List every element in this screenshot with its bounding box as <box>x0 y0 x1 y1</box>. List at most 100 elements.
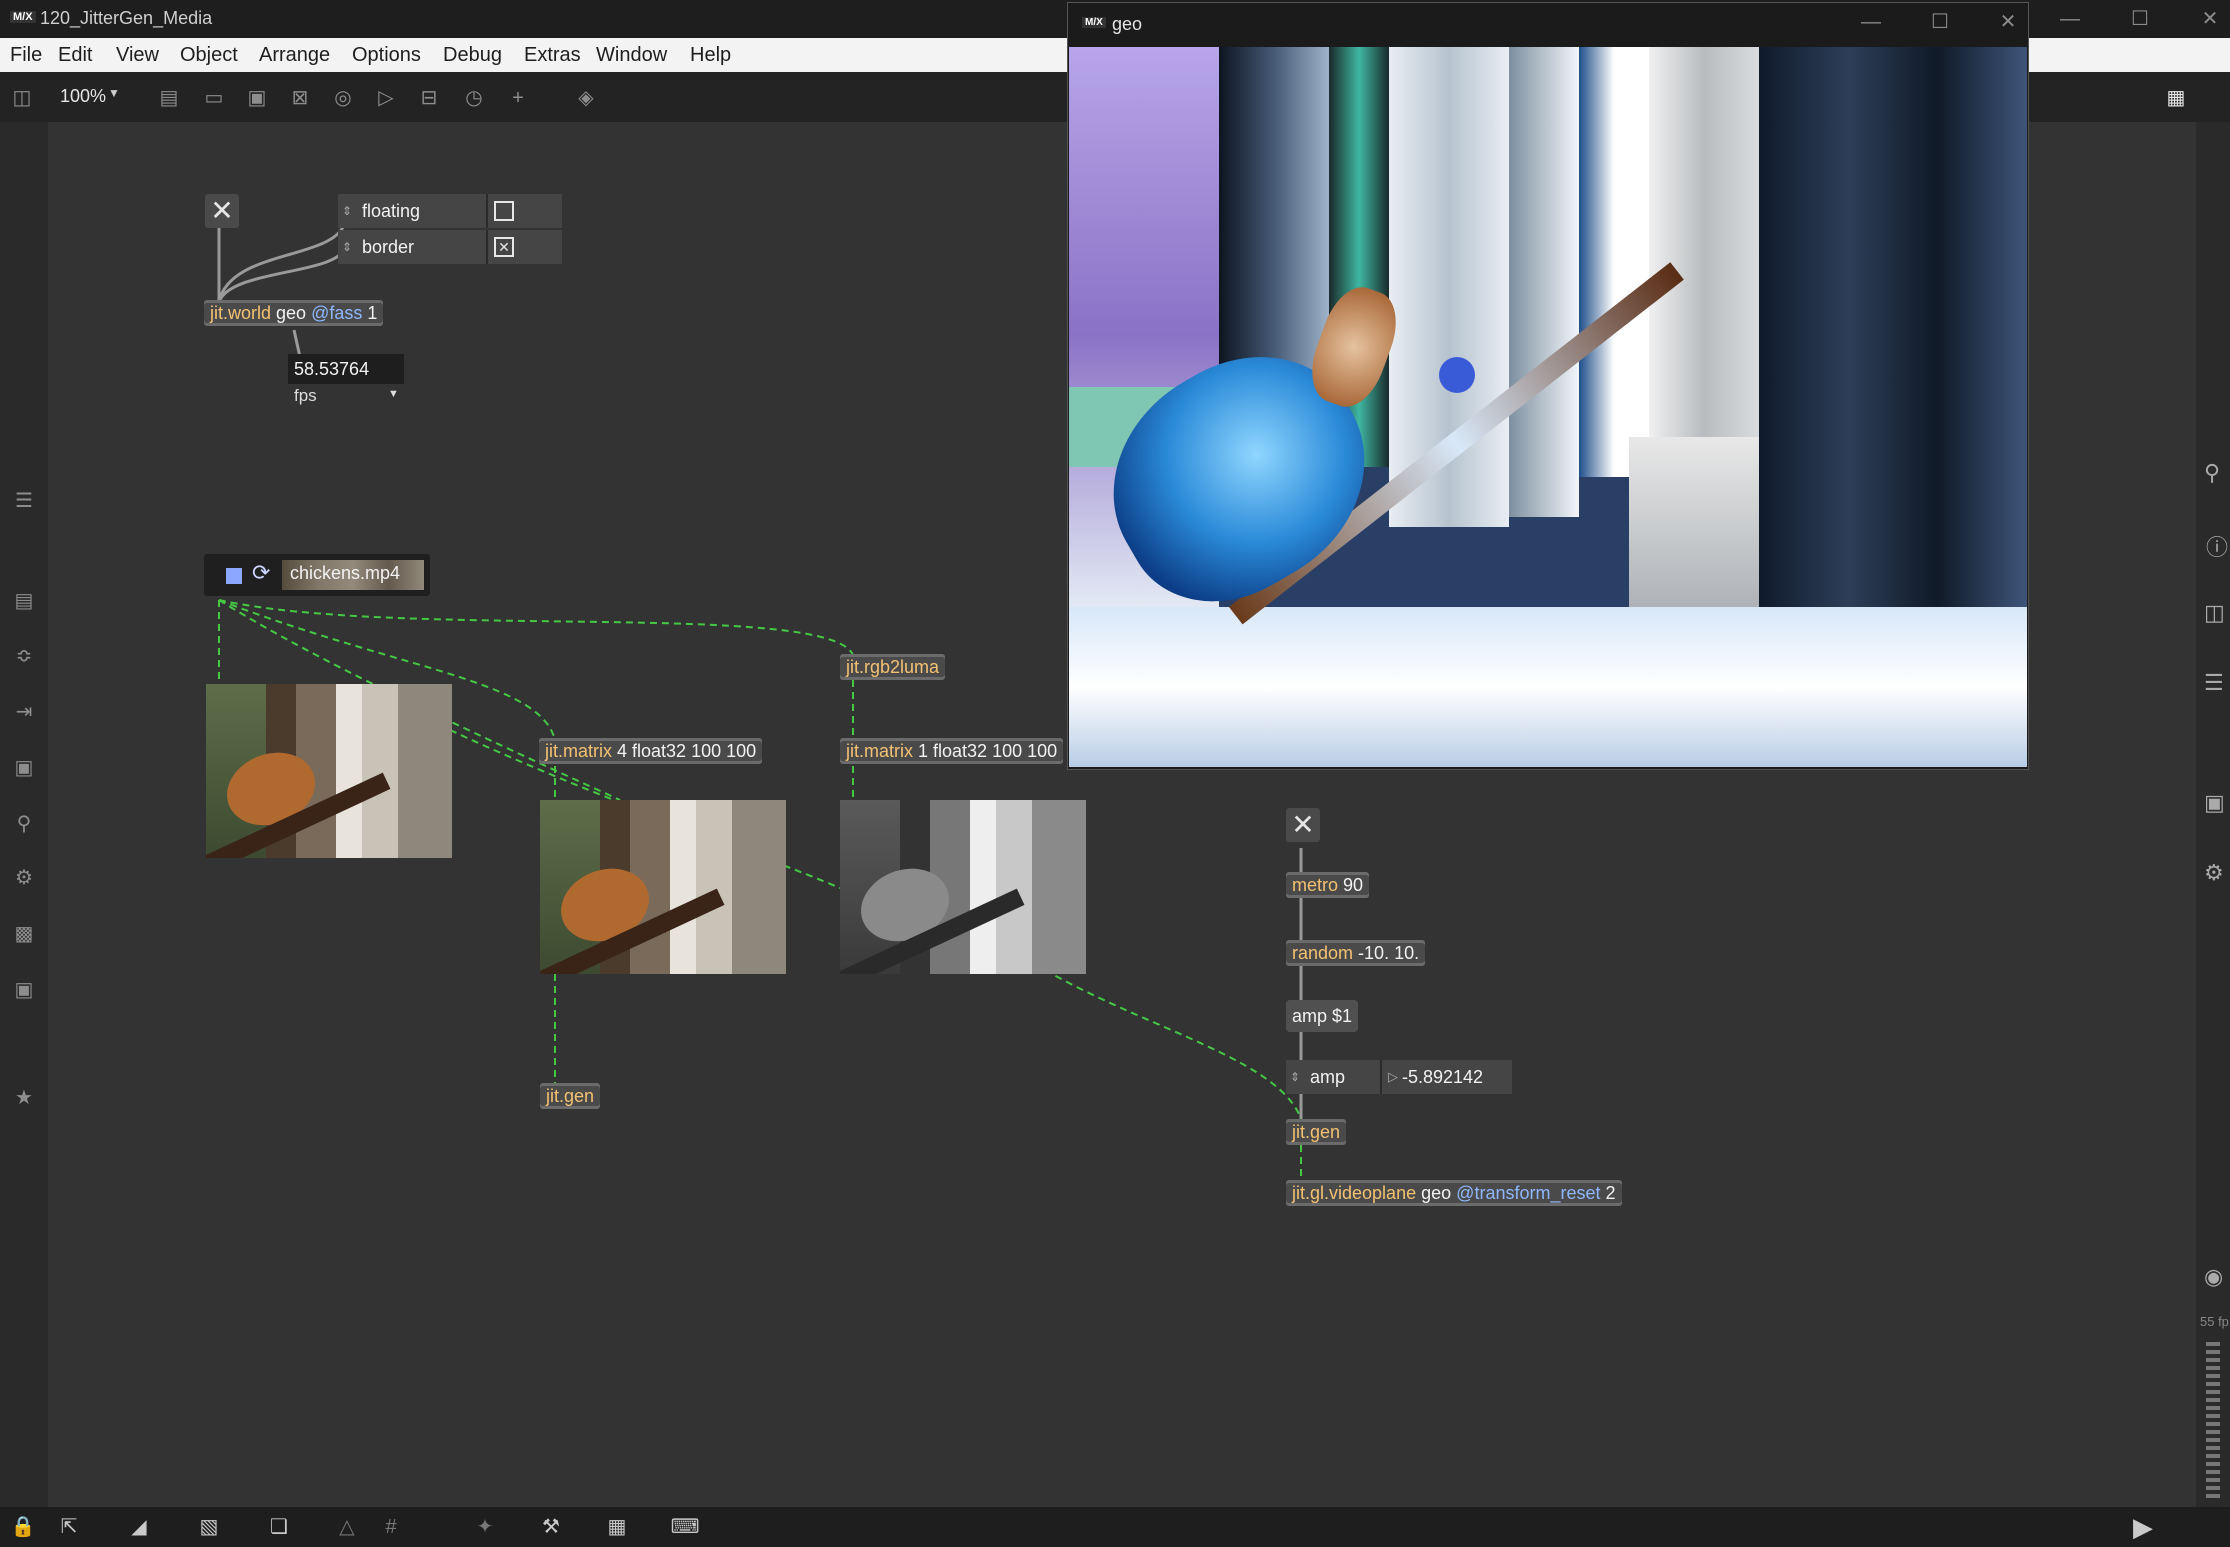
piano-icon[interactable]: ▦ <box>602 1513 632 1541</box>
fps-number[interactable]: 58.53764 <box>288 354 404 384</box>
attachment-icon[interactable]: ⚲ <box>10 810 38 838</box>
presentation-icon[interactable]: ⇱ <box>54 1513 84 1541</box>
loop-icon[interactable]: ⟳ <box>252 560 270 586</box>
menu-debug[interactable]: Debug <box>443 44 502 67</box>
cord-movie-rgb2luma <box>218 599 854 656</box>
menu-file[interactable]: File <box>10 44 42 67</box>
jit-rgb2luma-object[interactable]: jit.rgb2luma <box>840 654 946 680</box>
step-icon[interactable]: ⇥ <box>10 698 38 726</box>
close-button[interactable]: ✕ <box>205 194 239 228</box>
jit-world-object[interactable]: jit.world geo @fass 1 <box>204 300 384 326</box>
menu-arrange[interactable]: Arrange <box>259 44 330 67</box>
jit-gen-object-2[interactable]: jit.gen <box>1286 1119 1347 1145</box>
object-class: jit.rgb2luma <box>846 657 940 677</box>
panel-icon[interactable]: ◫ <box>2204 600 2225 626</box>
menu-extras[interactable]: Extras <box>524 44 581 67</box>
attrui-amp[interactable]: ⇕ amp ▷ -5.892142 <box>1286 1060 1512 1094</box>
stop-icon[interactable] <box>226 568 242 584</box>
amp-message[interactable]: amp $1 <box>1286 1000 1359 1032</box>
object-box-icon[interactable]: ▤ <box>155 84 183 112</box>
geo-maximize-icon[interactable]: ☐ <box>1920 7 1960 37</box>
number-arrow-icon: ▷ <box>1388 1069 1398 1084</box>
info-icon[interactable]: ⓘ <box>2206 530 2228 562</box>
jit-matrix-4-object[interactable]: jit.matrix 4 float32 100 100 <box>539 738 763 764</box>
search-icon[interactable]: ⚲ <box>2204 460 2220 486</box>
cpu-meter <box>2206 1342 2220 1502</box>
wrench-icon[interactable]: ⚒ <box>536 1513 566 1541</box>
pin-icon[interactable]: ✦ <box>470 1513 500 1541</box>
knob-shape <box>1439 357 1475 393</box>
movie-player[interactable]: ⟳ chickens.mp4 <box>204 554 430 596</box>
attrui-floating[interactable]: ⇕ floating <box>338 194 562 228</box>
connector-icon[interactable]: ▩ <box>10 920 38 948</box>
paint-bucket-icon[interactable]: ◈ <box>572 84 600 112</box>
menu-object[interactable]: Object <box>180 44 238 67</box>
maximize-icon[interactable]: ☐ <box>2120 4 2160 34</box>
dial-object-icon[interactable]: ◷ <box>460 84 488 112</box>
object-arg: 1 float32 100 100 <box>918 741 1058 761</box>
mute-icon[interactable]: △ <box>332 1513 362 1541</box>
inspector-icon[interactable]: ◢ <box>124 1513 154 1541</box>
sidebar-toggle-icon[interactable]: ◫ <box>8 84 36 112</box>
geo-minimize-icon[interactable]: — <box>1851 7 1891 37</box>
add-object-icon[interactable]: + <box>504 84 532 112</box>
menu-edit[interactable]: Edit <box>58 44 92 67</box>
plugin-icon[interactable]: ⚙ <box>10 864 38 892</box>
geo-video-output <box>1069 47 2027 767</box>
geo-close-icon[interactable]: ✕ <box>1988 7 2028 37</box>
layers-icon[interactable]: ▣ <box>10 976 38 1004</box>
comment-icon[interactable]: ▣ <box>243 84 271 112</box>
menu-help[interactable]: Help <box>690 44 731 67</box>
bottom-toolbar: 🔒 ⇱ ◢ ▧ ❏ △ # ✦ ⚒ ▦ ⌨ ▶ <box>0 1507 2230 1547</box>
toggle-object-icon[interactable]: ◎ <box>329 84 357 112</box>
movie-filename: chickens.mp4 <box>290 563 401 583</box>
windows-icon[interactable]: ❏ <box>264 1513 294 1541</box>
menu-options[interactable]: Options <box>352 44 421 67</box>
grid-view-icon[interactable]: ▦ <box>2162 84 2190 112</box>
zoom-level[interactable]: 100% <box>60 86 106 107</box>
play-object-icon[interactable]: ▷ <box>372 84 400 112</box>
star-icon[interactable]: ★ <box>10 1084 38 1112</box>
comment-icon[interactable]: ▧ <box>194 1513 224 1541</box>
mixer-icon[interactable]: ⚙ <box>2204 860 2224 886</box>
metro-object[interactable]: metro 90 <box>1286 872 1370 898</box>
zoom-dropdown-icon[interactable]: ▼ <box>108 86 120 100</box>
floating-checkbox[interactable] <box>494 201 514 221</box>
object-attr-value: 2 <box>1605 1183 1616 1203</box>
record-icon[interactable]: ◉ <box>2204 1264 2223 1290</box>
keyboard-icon[interactable]: ⌨ <box>670 1513 700 1541</box>
menu-window[interactable]: Window <box>596 44 667 67</box>
geo-logo: M/X <box>1082 17 1106 28</box>
media-icon[interactable]: ▤ <box>10 587 38 615</box>
object-arg: geo <box>1421 1183 1452 1203</box>
list-view-icon[interactable]: ☰ <box>2204 670 2224 696</box>
close-button[interactable]: ✕ <box>1286 808 1320 842</box>
amp-value[interactable]: -5.892142 <box>1402 1060 1483 1094</box>
audio-icon[interactable]: ≎ <box>10 642 38 670</box>
list-icon[interactable]: ☰ <box>10 487 38 515</box>
close-icon[interactable]: ✕ <box>2190 4 2230 34</box>
grid-icon[interactable]: # <box>376 1513 406 1541</box>
fps-menu[interactable]: fps ▼ <box>288 386 404 410</box>
preview-gray <box>840 800 1086 974</box>
random-object[interactable]: random -10. 10. <box>1286 940 1426 966</box>
message-box-icon[interactable]: ▭ <box>200 84 228 112</box>
cord-luma-gen2 <box>1044 969 1302 1120</box>
updown-icon: ⇕ <box>1290 1070 1301 1084</box>
minimize-icon[interactable]: — <box>2050 4 2090 34</box>
menu-view[interactable]: View <box>116 44 159 67</box>
border-checkbox[interactable]: ✕ <box>494 237 514 257</box>
image-icon[interactable]: ▣ <box>10 754 38 782</box>
jit-gen-object-1[interactable]: jit.gen <box>540 1083 601 1109</box>
left-sidebar: ☰ ▤ ≎ ⇥ ▣ ⚲ ⚙ ▩ ▣ ★ <box>0 122 48 1507</box>
app-logo: M/X <box>10 11 36 23</box>
button-object-icon[interactable]: ⊠ <box>286 84 314 112</box>
lock-icon[interactable]: 🔒 <box>8 1513 38 1541</box>
attrui-border[interactable]: ⇕ border ✕ <box>338 230 562 264</box>
play-icon[interactable]: ▶ <box>2128 1513 2158 1541</box>
jit-gl-videoplane-object[interactable]: jit.gl.videoplane geo @transform_reset 2 <box>1286 1180 1622 1206</box>
camera-icon[interactable]: ▣ <box>2204 790 2225 816</box>
slider-object-icon[interactable]: ⊟ <box>415 84 443 112</box>
geo-render-window[interactable]: M/X geo — ☐ ✕ <box>1067 2 2029 770</box>
jit-matrix-1-object[interactable]: jit.matrix 1 float32 100 100 <box>840 738 1064 764</box>
